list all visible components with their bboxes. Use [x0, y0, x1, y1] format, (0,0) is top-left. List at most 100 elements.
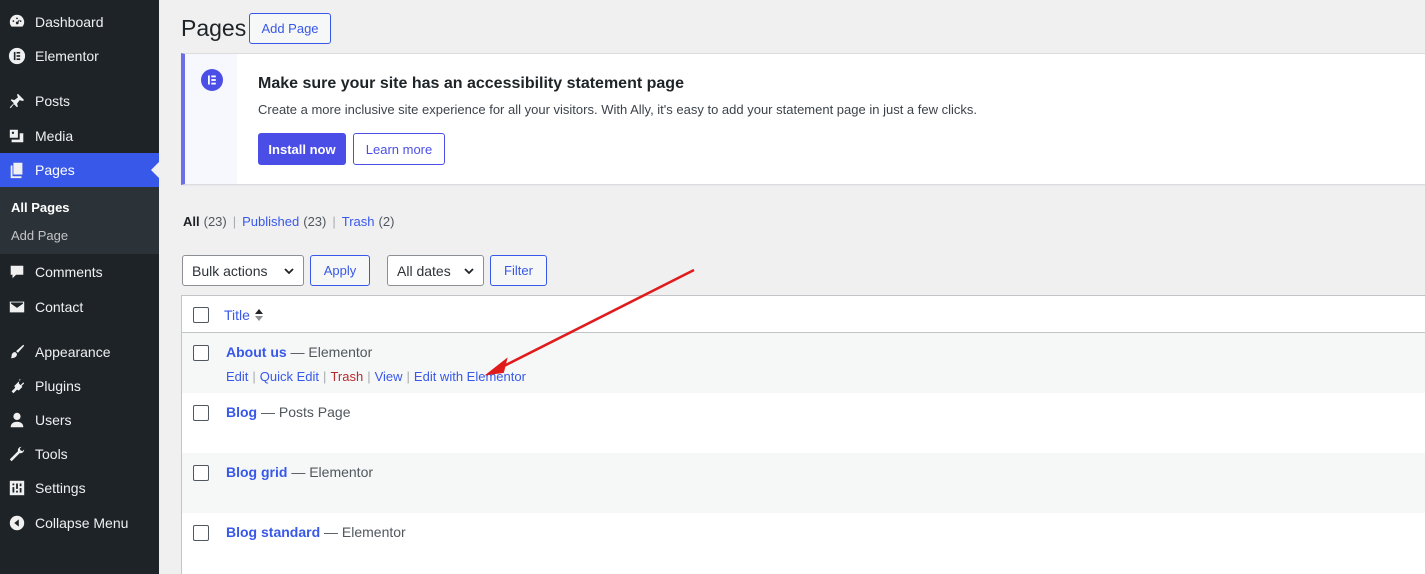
row-checkbox[interactable]: [193, 405, 209, 421]
dashboard-icon: [7, 12, 27, 32]
menu-dashboard-label: Dashboard: [35, 14, 104, 30]
bulk-actions-select[interactable]: Bulk actions: [182, 255, 304, 286]
menu-tools-label: Tools: [35, 446, 68, 462]
learn-more-button[interactable]: Learn more: [353, 133, 445, 165]
post-state: — Elementor: [291, 464, 374, 480]
settings-icon: [7, 478, 27, 498]
row-title: About us — Elementor: [226, 344, 372, 360]
filter-trash-link[interactable]: Trash: [342, 214, 375, 229]
edit-with-elementor-link[interactable]: Edit with Elementor: [414, 369, 526, 384]
filter-published-count: (23): [303, 214, 327, 229]
notice-title: Make sure your site has an accessibility…: [258, 75, 684, 92]
menu-plugins[interactable]: Plugins: [0, 369, 159, 403]
menu-media[interactable]: Media: [0, 119, 159, 153]
wrench-icon: [7, 444, 27, 464]
chevron-down-icon: [284, 268, 294, 275]
row-title: Blog grid — Elementor: [226, 464, 373, 480]
add-page-button[interactable]: Add Page: [249, 13, 331, 44]
filter-all-link[interactable]: All: [183, 214, 200, 229]
notice-text: Create a more inclusive site experience …: [258, 102, 977, 117]
menu-users[interactable]: Users: [0, 403, 159, 437]
table-row: Blog — Posts Page: [182, 393, 1425, 453]
menu-tools[interactable]: Tools: [0, 437, 159, 471]
quick-edit-link[interactable]: Quick Edit: [260, 369, 319, 384]
sort-icon: [254, 309, 263, 321]
row-actions: Edit | Quick Edit | Trash | View | Edit …: [226, 369, 526, 384]
action-separator: |: [367, 369, 371, 384]
title-column-header[interactable]: Title: [224, 307, 264, 323]
table-row: Blog standard — Elementor: [182, 513, 1425, 573]
submenu-add-page[interactable]: Add Page: [11, 228, 68, 243]
page-title-link[interactable]: Blog standard: [226, 524, 320, 540]
filter-separator: |: [232, 214, 237, 229]
row-checkbox[interactable]: [193, 345, 209, 361]
page-title-link[interactable]: Blog grid: [226, 464, 287, 480]
menu-dashboard[interactable]: Dashboard: [0, 5, 159, 39]
row-title: Blog standard — Elementor: [226, 524, 406, 540]
menu-appearance[interactable]: Appearance: [0, 335, 159, 369]
filter-separator: |: [332, 214, 336, 229]
row-checkbox[interactable]: [193, 525, 209, 541]
table-header: Title: [182, 296, 1425, 333]
brush-icon: [7, 342, 27, 362]
dates-select[interactable]: All dates: [387, 255, 484, 286]
menu-contact[interactable]: Contact: [0, 290, 159, 324]
table-row: Blog grid — Elementor: [182, 453, 1425, 513]
page-title-link[interactable]: Blog: [226, 404, 257, 420]
menu-comments-label: Comments: [35, 264, 103, 280]
menu-settings[interactable]: Settings: [0, 471, 159, 505]
menu-pages-label: Pages: [35, 162, 75, 178]
edit-link[interactable]: Edit: [226, 369, 248, 384]
menu-posts-label: Posts: [35, 93, 71, 109]
menu-elementor[interactable]: Elementor: [0, 39, 159, 73]
post-state: — Posts Page: [261, 404, 351, 420]
menu-posts[interactable]: Posts: [0, 84, 159, 118]
plugin-icon: [7, 376, 27, 396]
chevron-down-icon: [464, 268, 474, 275]
menu-media-label: Media: [35, 128, 74, 144]
filter-published-link[interactable]: Published: [242, 214, 299, 229]
submenu-all-pages[interactable]: All Pages: [11, 200, 70, 215]
collapse-menu-button[interactable]: Collapse Menu: [0, 506, 159, 540]
apply-button[interactable]: Apply: [310, 255, 370, 286]
post-state: — Elementor: [290, 344, 373, 360]
menu-comments[interactable]: Comments: [0, 255, 159, 289]
main-content: Pages Add Page Make sure your site has a…: [159, 0, 1425, 574]
pin-icon: [7, 91, 27, 111]
post-state: — Elementor: [324, 524, 406, 540]
menu-pages[interactable]: Pages: [0, 153, 159, 187]
menu-settings-label: Settings: [35, 480, 86, 496]
page-title-link[interactable]: About us: [226, 344, 287, 360]
filter-button[interactable]: Filter: [490, 255, 547, 286]
collapse-icon: [7, 513, 27, 533]
admin-sidebar: Dashboard Elementor Posts Media Pages Al…: [0, 0, 159, 574]
trash-link[interactable]: Trash: [330, 369, 363, 384]
menu-users-label: Users: [35, 412, 72, 428]
select-all-checkbox[interactable]: [193, 307, 209, 323]
bulk-actions-value: Bulk actions: [192, 262, 268, 279]
action-separator: |: [252, 369, 256, 384]
collapse-menu-label: Collapse Menu: [35, 515, 129, 531]
menu-plugins-label: Plugins: [35, 378, 81, 394]
pages-icon: [7, 160, 27, 180]
comments-icon: [7, 262, 27, 282]
user-icon: [7, 410, 27, 430]
elementor-icon: [7, 46, 27, 66]
row-checkbox[interactable]: [193, 465, 209, 481]
notice-icon-column: [185, 54, 237, 184]
media-icon: [7, 126, 27, 146]
menu-elementor-label: Elementor: [35, 48, 99, 64]
install-now-button[interactable]: Install now: [258, 133, 346, 165]
menu-contact-label: Contact: [35, 299, 84, 315]
dates-value: All dates: [397, 262, 451, 279]
action-separator: |: [406, 369, 410, 384]
filter-trash-count: (2): [378, 214, 395, 229]
row-title: Blog — Posts Page: [226, 404, 351, 420]
elementor-logo-icon: [201, 69, 223, 91]
menu-appearance-label: Appearance: [35, 344, 111, 360]
pages-submenu: All Pages Add Page: [0, 187, 159, 254]
table-row: About us — Elementor Edit | Quick Edit |…: [182, 333, 1425, 393]
mail-icon: [7, 297, 27, 317]
view-link[interactable]: View: [375, 369, 403, 384]
pages-table: Title About us — Elementor Edit | Quick …: [181, 295, 1425, 574]
